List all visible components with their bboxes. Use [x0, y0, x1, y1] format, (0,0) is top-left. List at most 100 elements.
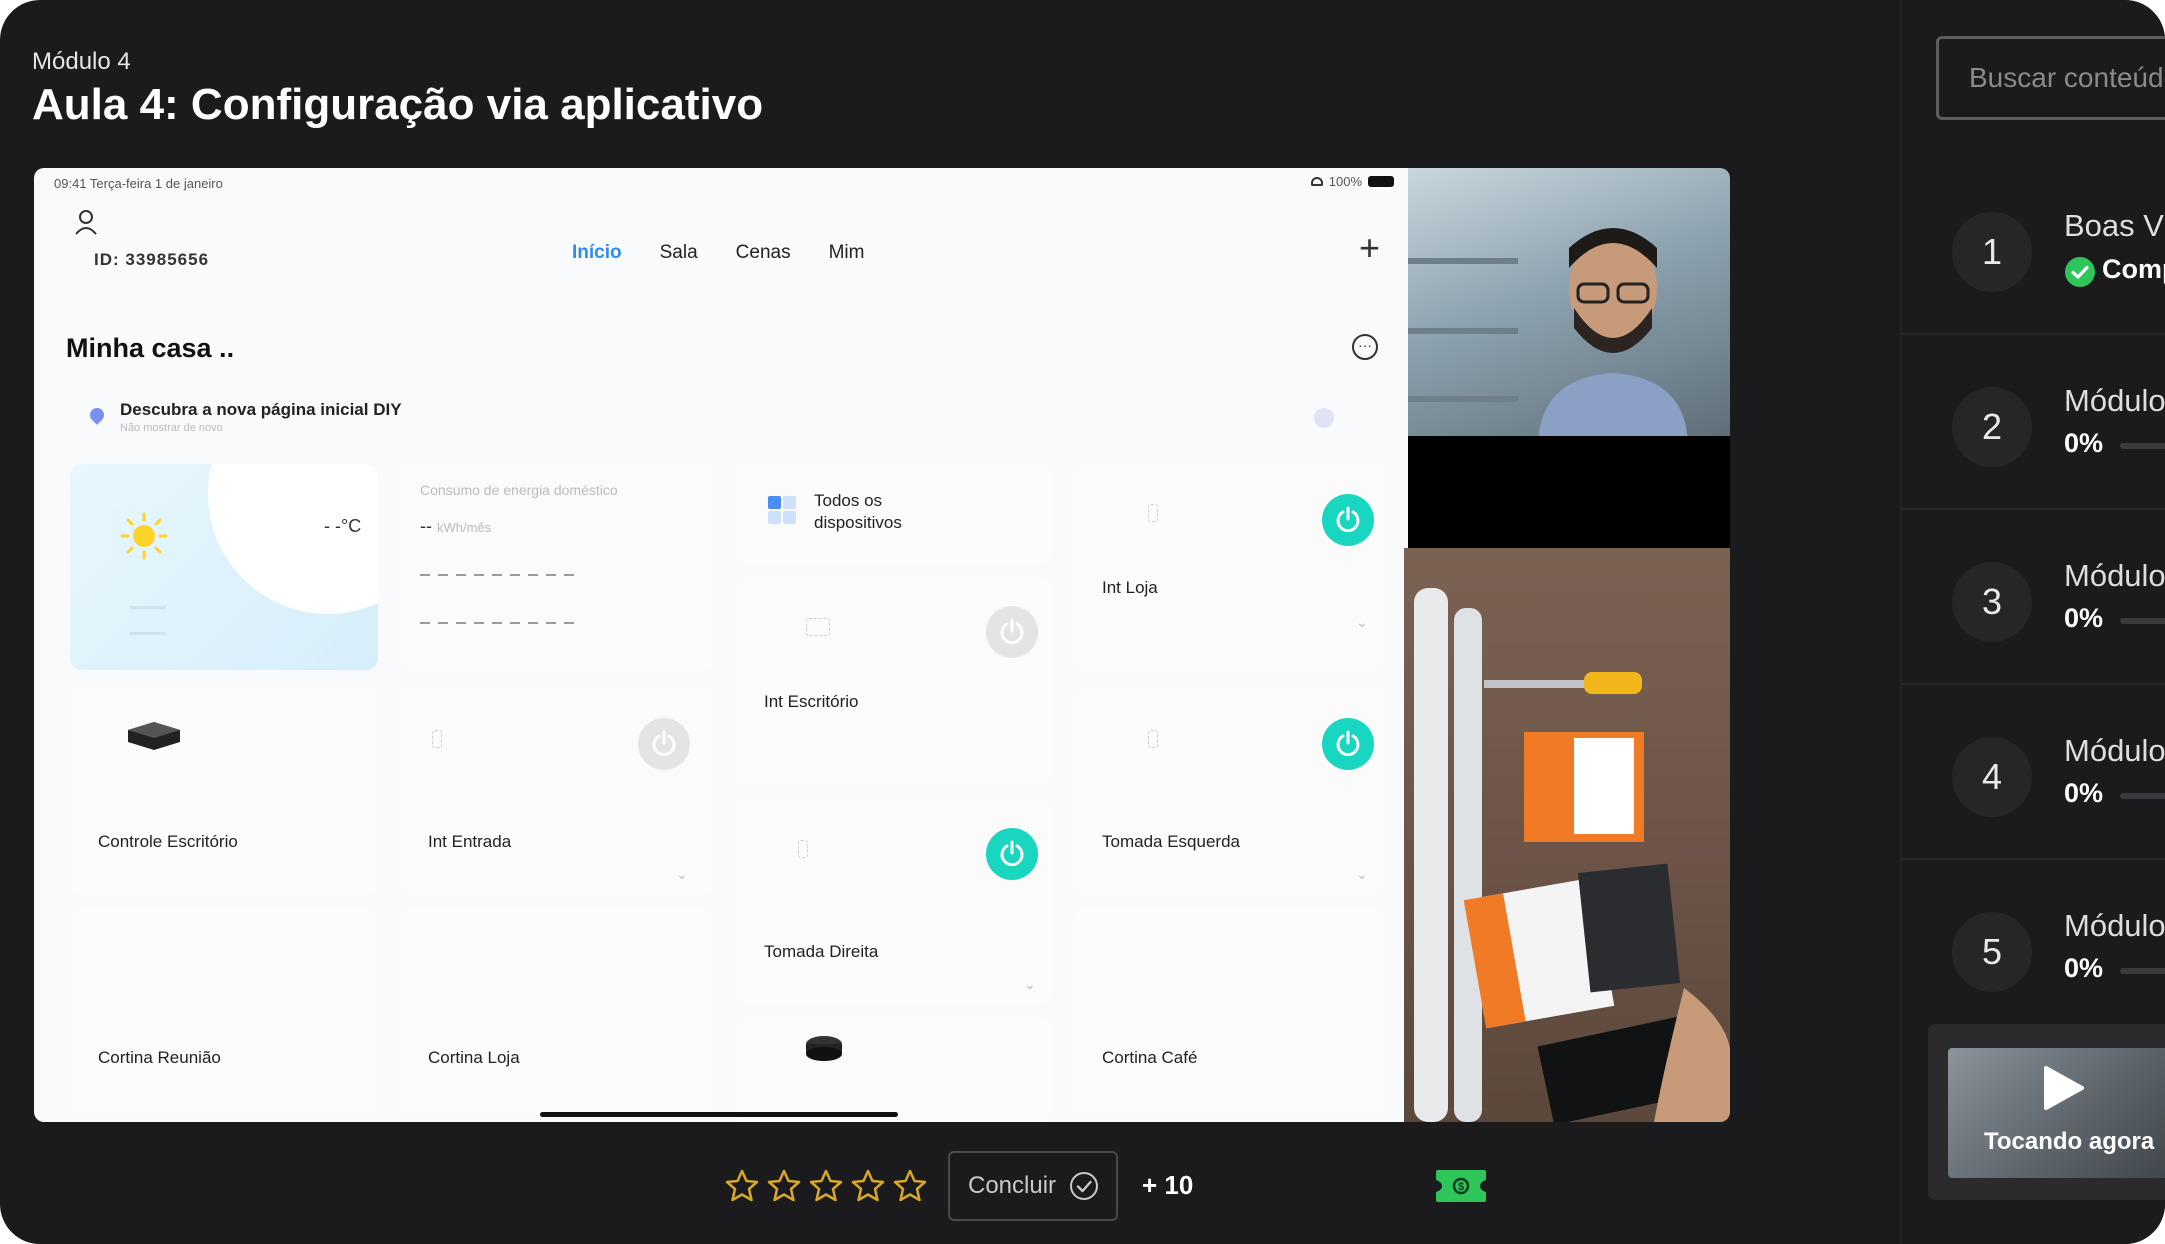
power-on-icon — [1322, 494, 1374, 546]
battery-icon — [1368, 176, 1394, 187]
status-time: 09:41 Terça-feira 1 de janeiro — [54, 176, 223, 191]
plug-device-icon — [798, 840, 808, 858]
devices-grid-icon — [768, 496, 796, 524]
complete-lesson-label: Concluir — [968, 1172, 1057, 1199]
check-badge-icon — [2065, 257, 2095, 287]
energy-label: Consumo de energia doméstico — [420, 482, 618, 498]
tablet-status-bar: 09:41 Terça-feira 1 de janeiro 100% — [54, 172, 1394, 194]
now-playing-card[interactable]: Tocando agora — [1928, 1024, 2165, 1200]
switch-device-icon — [806, 618, 830, 636]
module-number: 3 — [1952, 562, 2032, 642]
power-on-icon — [1322, 718, 1374, 770]
battery-percent: 100% — [1328, 174, 1362, 189]
app-tab-sala: Sala — [659, 242, 698, 263]
home-indicator — [540, 1112, 898, 1117]
device-name: Int Entrada — [428, 832, 512, 851]
module-progress: 0% — [2064, 778, 2104, 808]
device-name: Cortina Loja — [428, 1048, 520, 1067]
plug-device-icon — [1148, 730, 1158, 748]
hub-device-icon — [806, 1036, 842, 1061]
device-card-controle-escritorio: Controle Escritório — [70, 688, 378, 894]
module-title: Módulo 4 — [2064, 908, 2165, 943]
module-item-3[interactable]: 3 Módulo 2 0% — [1902, 510, 2165, 685]
search-box — [1936, 36, 2165, 120]
all-devices-label: Todos os dispositivos — [814, 491, 902, 532]
device-card-cortina-reuniao: Cortina Reunião — [70, 908, 378, 1114]
chevron-down-icon: ⌄ — [1356, 614, 1368, 630]
weather-temp: - -°C — [324, 516, 362, 536]
app-tab-cenas: Cenas — [735, 242, 791, 263]
module-item-1[interactable]: 1 Boas Vindas Completo — [1902, 160, 2165, 335]
ticket-icon[interactable]: $ — [1432, 1166, 1490, 1206]
module-progress: 0% — [2064, 953, 2104, 983]
module-progress-bar — [2120, 793, 2165, 799]
diy-banner: Descubra a nova página inicial DIY Não m… — [87, 398, 1390, 442]
star-icon[interactable] — [850, 1168, 886, 1204]
banner-dismiss-icon — [1314, 408, 1334, 428]
video-player[interactable]: 09:41 Terça-feira 1 de janeiro 100% ID: … — [34, 168, 1730, 1122]
module-number: 1 — [1952, 212, 2032, 292]
weather-card: - -°C — [70, 464, 378, 670]
complete-lesson-button[interactable]: Concluir — [948, 1151, 1118, 1221]
presenter-webcam — [1408, 168, 1730, 436]
energy-number: -- — [420, 516, 432, 536]
module-progress-bar — [2120, 618, 2165, 624]
device-name: Tomada Direita — [764, 942, 879, 961]
energy-unit: kWh/mês — [437, 520, 492, 535]
weather-placeholder-line — [130, 606, 166, 609]
user-icon — [75, 210, 97, 235]
module-title: Módulo 3 — [2064, 733, 2165, 768]
xp-reward: + 10 — [1142, 1170, 1194, 1200]
device-card-cortina-loja: Cortina Loja — [400, 908, 714, 1114]
star-icon[interactable] — [724, 1168, 760, 1204]
power-off-icon — [986, 606, 1038, 658]
star-icon[interactable] — [892, 1168, 928, 1204]
module-item-4[interactable]: 4 Módulo 3 0% — [1902, 685, 2165, 860]
device-name: Tomada Esquerda — [1102, 832, 1240, 851]
home-title: Minha casa .. — [66, 333, 235, 363]
module-number: 5 — [1952, 912, 2032, 992]
energy-chart-placeholder — [420, 574, 580, 576]
now-playing-label: Tocando agora — [1984, 1128, 2155, 1155]
lesson-title: Aula 4: Configuração via aplicativo — [32, 80, 764, 129]
wifi-icon — [1310, 177, 1323, 186]
check-circle-icon — [1070, 1172, 1099, 1200]
module-item-2[interactable]: 2 Módulo 1 0% — [1902, 335, 2165, 510]
shelf-decoration — [1408, 258, 1518, 264]
device-card-int-escritorio: Int Escritório — [736, 578, 1052, 784]
device-card-int-entrada: Int Entrada ⌄ — [400, 688, 714, 894]
power-on-icon — [986, 828, 1038, 880]
chevron-down-icon: ⌄ — [1024, 976, 1036, 992]
sun-icon — [120, 512, 168, 560]
search-input[interactable] — [1939, 39, 2165, 117]
weather-placeholder-line — [130, 632, 166, 635]
status-icons: 100% — [1310, 174, 1394, 189]
device-name: Int Loja — [1102, 578, 1158, 597]
star-icon[interactable] — [808, 1168, 844, 1204]
energy-card: Consumo de energia doméstico -- kWh/mês — [400, 464, 714, 670]
device-name: Controle Escritório — [98, 832, 238, 851]
more-icon: ··· — [1352, 334, 1378, 360]
app-top-bar: ID: 33985656 Início Sala Cenas Mim + — [34, 198, 1408, 269]
banner-subtext: Não mostrar de novo — [120, 422, 223, 434]
plus-icon: + — [1358, 227, 1380, 268]
chevron-down-icon: ⌄ — [1356, 866, 1368, 882]
chevron-down-icon: ⌄ — [676, 866, 688, 882]
module-status: Completo — [2102, 254, 2165, 284]
switch-device-icon — [1148, 504, 1158, 522]
workbench-camera — [1404, 548, 1730, 1122]
module-item-5[interactable]: 5 Módulo 4 0% — [1902, 860, 2165, 1035]
module-label: Módulo 4 — [32, 48, 131, 75]
app-tab-mim: Mim — [828, 242, 865, 263]
workbench-scene — [1414, 588, 1730, 1122]
banner-text: Descubra a nova página inicial DIY — [120, 400, 402, 419]
module-progress-bar — [2120, 968, 2165, 974]
shelf-decoration — [1408, 328, 1518, 334]
device-name: Cortina Café — [1102, 1048, 1198, 1067]
module-number: 4 — [1952, 737, 2032, 817]
power-off-icon — [638, 718, 690, 770]
module-progress: 0% — [2064, 428, 2104, 458]
module-title: Boas Vindas — [2064, 208, 2165, 243]
app-frame: Módulo 4 Aula 4: Configuração via aplica… — [0, 0, 2165, 1244]
star-icon[interactable] — [766, 1168, 802, 1204]
